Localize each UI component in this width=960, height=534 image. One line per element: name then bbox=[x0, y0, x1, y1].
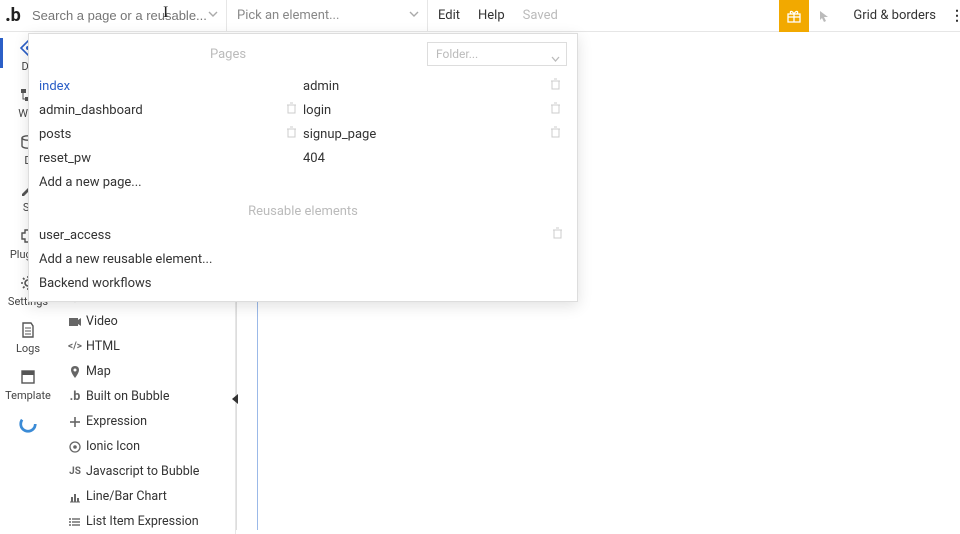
chevron-down-icon bbox=[409, 11, 419, 21]
add-new-reusable[interactable]: Add a new reusable element... bbox=[29, 247, 577, 271]
saved-status: Saved bbox=[523, 8, 558, 23]
pin-icon bbox=[64, 365, 86, 379]
bubble-icon: .b bbox=[64, 389, 86, 404]
grid-borders-toggle[interactable]: Grid & borders bbox=[839, 8, 950, 23]
rail-label: Logs bbox=[16, 342, 40, 355]
bubble-logo[interactable]: b bbox=[0, 5, 26, 26]
trash-icon[interactable] bbox=[550, 78, 561, 94]
trash-icon[interactable] bbox=[286, 102, 297, 118]
element-palette: Alert Video </>HTML Map .bBuilt on Bubbl… bbox=[58, 284, 236, 534]
collapse-triangle-icon[interactable] bbox=[231, 392, 239, 402]
page-item-login[interactable]: login bbox=[303, 98, 567, 122]
page-item-admin-dashboard[interactable]: admin_dashboard bbox=[39, 98, 303, 122]
plus-icon bbox=[64, 415, 86, 429]
chart-icon bbox=[64, 490, 86, 504]
backend-workflows[interactable]: Backend workflows bbox=[29, 271, 577, 295]
spinner-icon bbox=[18, 414, 38, 434]
panel-divider bbox=[236, 284, 237, 530]
gift-button[interactable] bbox=[779, 0, 809, 32]
rail-item-template[interactable]: Template bbox=[0, 361, 56, 408]
list-icon bbox=[64, 515, 86, 529]
page-item-index[interactable]: index bbox=[39, 74, 303, 98]
page-search-input[interactable] bbox=[32, 8, 226, 23]
rail-label: Template bbox=[5, 389, 51, 402]
more-menu[interactable]: ⋮ bbox=[950, 8, 960, 24]
pages-section-header: Pages bbox=[210, 47, 246, 62]
chevron-down-icon bbox=[551, 51, 560, 65]
trash-icon[interactable] bbox=[286, 126, 297, 142]
palette-item-listitem[interactable]: List Item Expression bbox=[58, 509, 235, 534]
code-icon: </> bbox=[64, 341, 86, 352]
page-item-posts[interactable]: posts bbox=[39, 122, 303, 146]
logs-icon bbox=[18, 320, 38, 340]
trash-icon[interactable] bbox=[550, 102, 561, 118]
palette-item-expression[interactable]: Expression bbox=[58, 409, 235, 434]
page-item-404[interactable]: 404 bbox=[303, 146, 567, 170]
palette-item-map[interactable]: Map bbox=[58, 359, 235, 384]
palette-item-js2bubble[interactable]: JSJavascript to Bubble bbox=[58, 459, 235, 484]
js-icon: JS bbox=[64, 466, 86, 477]
canvas-guide bbox=[257, 284, 258, 530]
edit-menu[interactable]: Edit bbox=[438, 8, 460, 23]
reusable-section-header: Reusable elements bbox=[29, 200, 577, 223]
palette-item-ionicicon[interactable]: Ionic Icon bbox=[58, 434, 235, 459]
element-picker-placeholder: Pick an element... bbox=[237, 8, 339, 23]
help-menu[interactable]: Help bbox=[478, 8, 505, 23]
trash-icon[interactable] bbox=[550, 126, 561, 142]
palette-item-chart[interactable]: Line/Bar Chart bbox=[58, 484, 235, 509]
page-item-signup[interactable]: signup_page bbox=[303, 122, 567, 146]
palette-item-video[interactable]: Video bbox=[58, 309, 235, 334]
template-icon bbox=[18, 367, 38, 387]
page-search-dropdown[interactable]: I bbox=[26, 0, 226, 32]
rail-item-loading[interactable] bbox=[0, 408, 56, 442]
folder-select[interactable]: Folder... bbox=[427, 42, 567, 66]
reusable-item-user-access[interactable]: user_access bbox=[29, 223, 577, 247]
element-picker-dropdown[interactable]: Pick an element... bbox=[227, 0, 427, 32]
pointer-button[interactable] bbox=[809, 0, 839, 32]
chevron-down-icon bbox=[208, 11, 218, 21]
palette-item-html[interactable]: </>HTML bbox=[58, 334, 235, 359]
trash-icon[interactable] bbox=[552, 227, 563, 243]
page-item-resetpw[interactable]: reset_pw bbox=[39, 146, 303, 170]
target-icon bbox=[64, 440, 86, 454]
rail-item-logs[interactable]: Logs bbox=[0, 314, 56, 361]
page-picker-dropdown-panel: Pages Folder... index admin_dashboard po… bbox=[28, 33, 578, 302]
video-icon bbox=[64, 315, 86, 329]
page-item-admin[interactable]: admin bbox=[303, 74, 567, 98]
palette-item-builton[interactable]: .bBuilt on Bubble bbox=[58, 384, 235, 409]
add-new-page[interactable]: Add a new page... bbox=[39, 170, 303, 194]
